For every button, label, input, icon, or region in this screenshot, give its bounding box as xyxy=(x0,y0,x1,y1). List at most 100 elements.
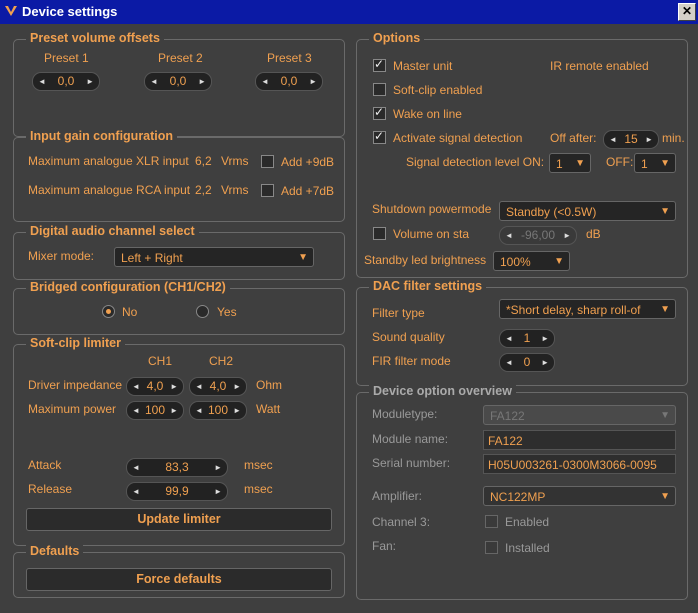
preset-3-spinner[interactable]: ◄ 0,0 ► xyxy=(255,72,323,91)
attack-label: Attack xyxy=(28,458,62,472)
master-unit-checkbox[interactable] xyxy=(373,57,386,72)
bridged-legend: Bridged configuration (CH1/CH2) xyxy=(26,280,230,294)
increment-arrow-icon[interactable]: ► xyxy=(198,73,206,90)
sound-quality-spinner[interactable]: ◄ 1 ► xyxy=(499,329,555,348)
bridged-no-label[interactable]: No xyxy=(122,305,137,319)
decrement-arrow-icon[interactable]: ◄ xyxy=(132,459,140,476)
volume-on-start-checkbox[interactable] xyxy=(373,227,386,240)
ir-remote-status: IR remote enabled xyxy=(550,59,649,73)
power-ch1-spinner[interactable]: ◄ 100 ► xyxy=(126,401,184,420)
decrement-arrow-icon[interactable]: ◄ xyxy=(38,73,46,90)
dialog-client: Preset volume offsets Preset 1 ◄ 0,0 ► Pre… xyxy=(0,24,698,613)
serial-number-field[interactable]: H05U003261-0300M3066-0095 xyxy=(483,454,676,474)
increment-arrow-icon[interactable]: ► xyxy=(170,402,178,419)
rca-add-gain-checkbox[interactable] xyxy=(261,184,274,197)
increment-arrow-icon[interactable]: ► xyxy=(233,378,241,395)
module-name-field[interactable]: FA122 xyxy=(483,430,676,450)
device-overview-group: Device option overview Moduletype: FA122… xyxy=(356,384,688,600)
preset-1-spinner[interactable]: ◄ 0,0 ► xyxy=(32,72,100,91)
amplifier-select[interactable]: NC122MP ▼ xyxy=(483,486,676,506)
increment-arrow-icon[interactable]: ► xyxy=(214,483,222,500)
decrement-arrow-icon[interactable]: ◄ xyxy=(609,131,617,148)
increment-arrow-icon[interactable]: ► xyxy=(233,402,241,419)
defaults-legend: Defaults xyxy=(26,544,84,558)
update-limiter-button[interactable]: Update limiter xyxy=(26,508,332,531)
off-after-spinner[interactable]: ◄ 15 ► xyxy=(603,130,659,149)
bridged-yes-radio[interactable] xyxy=(196,305,209,318)
signal-detection-checkbox[interactable] xyxy=(373,129,386,144)
chevron-down-icon: ▼ xyxy=(660,304,670,315)
dac-filter-group: DAC filter settings Filter type *Short d… xyxy=(356,279,688,386)
close-button[interactable]: ✕ xyxy=(678,3,696,21)
rca-add-gain-label[interactable]: Add +7dB xyxy=(281,184,334,198)
volume-on-start-label[interactable]: Volume on sta xyxy=(393,227,469,241)
increment-arrow-icon[interactable]: ► xyxy=(563,227,571,244)
wake-on-line-checkbox[interactable] xyxy=(373,105,386,120)
channel3-enabled-label[interactable]: Enabled xyxy=(505,515,549,529)
decrement-arrow-icon[interactable]: ◄ xyxy=(195,402,203,419)
dac-filter-legend: DAC filter settings xyxy=(369,279,487,293)
decrement-arrow-icon[interactable]: ◄ xyxy=(150,73,158,90)
impedance-ch2-spinner[interactable]: ◄ 4,0 ► xyxy=(189,377,247,396)
bridged-yes-label[interactable]: Yes xyxy=(217,305,237,319)
impedance-ch1-spinner[interactable]: ◄ 4,0 ► xyxy=(126,377,184,396)
decrement-arrow-icon[interactable]: ◄ xyxy=(505,354,513,371)
fan-installed-checkbox[interactable] xyxy=(485,541,498,554)
shutdown-powermode-select[interactable]: Standby (<0.5W) ▼ xyxy=(499,201,676,221)
max-power-label: Maximum power xyxy=(28,402,117,416)
preset-2-spinner[interactable]: ◄ 0,0 ► xyxy=(144,72,212,91)
chevron-down-icon: ▼ xyxy=(554,256,564,267)
master-unit-label[interactable]: Master unit xyxy=(393,59,452,73)
volume-on-start-spinner[interactable]: ◄ -96,00 ► xyxy=(499,226,577,245)
increment-arrow-icon[interactable]: ► xyxy=(214,459,222,476)
serial-number-label: Serial number: xyxy=(372,456,451,470)
attack-spinner[interactable]: ◄ 83,3 ► xyxy=(126,458,228,477)
signal-level-label: Signal detection level ON: xyxy=(406,155,545,169)
decrement-arrow-icon[interactable]: ◄ xyxy=(132,402,140,419)
increment-arrow-icon[interactable]: ► xyxy=(645,131,653,148)
xlr-add-gain-label[interactable]: Add +9dB xyxy=(281,155,334,169)
filter-type-label: Filter type xyxy=(372,306,425,320)
led-brightness-select[interactable]: 100% ▼ xyxy=(493,251,570,271)
increment-arrow-icon[interactable]: ► xyxy=(170,378,178,395)
increment-arrow-icon[interactable]: ► xyxy=(541,354,549,371)
increment-arrow-icon[interactable]: ► xyxy=(86,73,94,90)
soft-clip-label[interactable]: Soft-clip enabled xyxy=(393,83,482,97)
bridged-no-radio[interactable] xyxy=(102,305,115,318)
rca-input-label: Maximum analogue RCA input xyxy=(28,183,191,197)
device-overview-legend: Device option overview xyxy=(369,384,516,398)
increment-arrow-icon[interactable]: ► xyxy=(541,330,549,347)
signal-off-label: OFF: xyxy=(606,155,634,169)
preset-1-label: Preset 1 xyxy=(44,51,89,65)
off-after-unit: min. xyxy=(662,131,685,145)
increment-arrow-icon[interactable]: ► xyxy=(309,73,317,90)
input-gain-legend: Input gain configuration xyxy=(26,129,178,143)
soft-clip-checkbox[interactable] xyxy=(373,83,386,96)
signal-detection-label[interactable]: Activate signal detection xyxy=(393,131,522,145)
decrement-arrow-icon[interactable]: ◄ xyxy=(505,227,513,244)
led-brightness-label: Standby led brightness xyxy=(364,253,487,267)
decrement-arrow-icon[interactable]: ◄ xyxy=(195,378,203,395)
volume-unit: dB xyxy=(586,227,601,241)
digital-audio-group: Digital audio channel select Mixer mode:… xyxy=(13,224,345,280)
moduletype-select[interactable]: FA122 ▼ xyxy=(483,405,676,425)
input-gain-group: Input gain configuration Maximum analogu… xyxy=(13,129,345,222)
signal-off-select[interactable]: 1 ▼ xyxy=(634,153,676,173)
channel3-enabled-checkbox[interactable] xyxy=(485,515,498,528)
decrement-arrow-icon[interactable]: ◄ xyxy=(505,330,513,347)
power-ch2-spinner[interactable]: ◄ 100 ► xyxy=(189,401,247,420)
filter-type-select[interactable]: *Short delay, sharp roll-of ▼ xyxy=(499,299,676,319)
release-spinner[interactable]: ◄ 99,9 ► xyxy=(126,482,228,501)
xlr-add-gain-checkbox[interactable] xyxy=(261,155,274,168)
fan-installed-label[interactable]: Installed xyxy=(505,541,550,555)
chevron-down-icon: ▼ xyxy=(660,410,670,421)
wake-on-line-label[interactable]: Wake on line xyxy=(393,107,462,121)
mixer-mode-select[interactable]: Left + Right ▼ xyxy=(114,247,314,267)
signal-on-select[interactable]: 1 ▼ xyxy=(549,153,591,173)
decrement-arrow-icon[interactable]: ◄ xyxy=(132,483,140,500)
decrement-arrow-icon[interactable]: ◄ xyxy=(132,378,140,395)
decrement-arrow-icon[interactable]: ◄ xyxy=(261,73,269,90)
force-defaults-button[interactable]: Force defaults xyxy=(26,568,332,591)
off-after-label: Off after: xyxy=(550,131,597,145)
fir-filter-spinner[interactable]: ◄ 0 ► xyxy=(499,353,555,372)
